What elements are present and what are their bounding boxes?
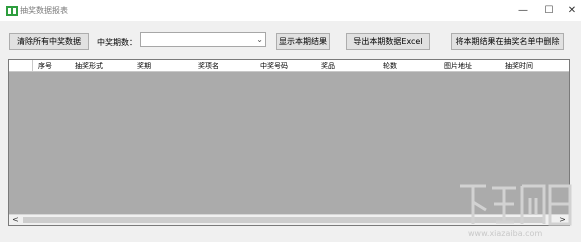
column-header-image-path[interactable]: 图片地址 <box>444 61 472 71</box>
export-excel-button[interactable]: 导出本期数据Excel <box>346 33 430 50</box>
report-window: 抽奖数据报表 — ☐ ✕ 清除所有中奖数据 中奖期数： ⌄ 显示本期结果 导出本… <box>0 0 581 242</box>
column-header-index[interactable]: 序号 <box>38 61 52 71</box>
grid-header: 序号 抽奖形式 奖期 奖项名 中奖号码 奖品 轮数 图片地址 抽奖时间 <box>9 60 569 72</box>
column-header-period[interactable]: 奖期 <box>137 61 151 71</box>
close-button[interactable]: ✕ <box>557 0 581 21</box>
clear-all-winners-button[interactable]: 清除所有中奖数据 <box>9 33 89 50</box>
row-header-corner[interactable] <box>9 60 33 71</box>
title-bar[interactable]: 抽奖数据报表 — ☐ ✕ <box>0 0 581 21</box>
column-header-prize[interactable]: 奖品 <box>321 61 335 71</box>
app-icon <box>6 6 18 16</box>
watermark-url: www.xiazaiba.com <box>468 229 543 238</box>
chevron-down-icon[interactable]: ⌄ <box>256 33 263 46</box>
column-header-draw-type[interactable]: 抽奖形式 <box>75 61 103 71</box>
remove-from-list-button[interactable]: 将本期结果在抽奖名单中删除 <box>451 33 564 50</box>
column-header-winning-number[interactable]: 中奖号码 <box>260 61 288 71</box>
column-header-draw-time[interactable]: 抽奖时间 <box>505 61 533 71</box>
window-title: 抽奖数据报表 <box>20 6 68 15</box>
column-header-prize-name[interactable]: 奖项名 <box>198 61 219 71</box>
period-label: 中奖期数： <box>97 38 137 47</box>
scroll-left-arrow-icon[interactable]: < <box>10 215 21 225</box>
show-results-button[interactable]: 显示本期结果 <box>276 33 330 50</box>
column-header-round[interactable]: 轮数 <box>383 61 397 71</box>
period-select[interactable]: ⌄ <box>140 32 266 47</box>
